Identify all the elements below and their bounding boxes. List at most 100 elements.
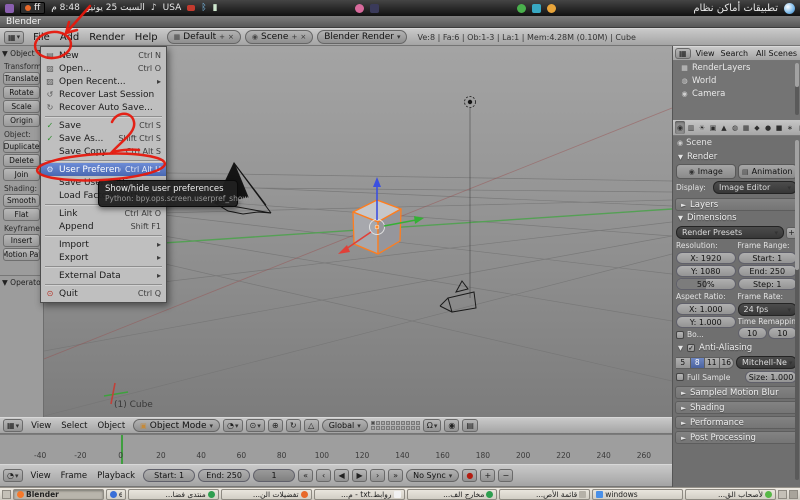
tool-shelf-button[interactable]: Origin [3, 114, 40, 127]
operator-panel-header[interactable]: ▼ Operator [0, 275, 43, 287]
trash-applet-icon[interactable] [789, 489, 798, 499]
file-menu-item[interactable] [41, 233, 166, 238]
firefox-window-button[interactable]: ff [20, 2, 46, 14]
window-title-bar[interactable]: Blender [0, 16, 800, 28]
aspect-x-field[interactable]: X: 1.000 [676, 303, 736, 315]
property-tab-icon[interactable]: ▣ [708, 121, 718, 134]
property-tab-icon[interactable]: ▦ [741, 121, 751, 134]
manipulator-scale-toggle[interactable]: △ [303, 419, 319, 432]
view3d-menu-item[interactable]: View [26, 421, 56, 431]
aspect-y-field[interactable]: Y: 1.000 [676, 316, 736, 328]
timeline-start-field[interactable]: Start: 1 [143, 469, 196, 482]
jump-to-start-button[interactable]: « [298, 469, 314, 482]
distro-logo-icon[interactable] [784, 2, 795, 14]
opengl-render-animation-button[interactable]: ▤ [462, 419, 478, 432]
file-menu-item[interactable]: ▨ Open Recent... ▸ [41, 75, 166, 88]
outliner-row[interactable]: ◍ World [673, 74, 800, 87]
collapsed-panel-header[interactable]: ► Shading [675, 401, 798, 414]
editor-type-icon[interactable]: ◔ ▾ [3, 469, 23, 482]
taskbar-window-button[interactable]: مخارج الف... [406, 488, 498, 500]
tool-shelf-panel-header[interactable]: ▼ Object T.. [0, 48, 43, 59]
file-menu-item[interactable]: Import ▸ [41, 238, 166, 251]
remap-old-field[interactable]: 10 [737, 327, 767, 339]
view3d-menu-item[interactable]: Object [92, 421, 130, 431]
taskbar-window-button[interactable]: Blender [13, 488, 104, 500]
tool-shelf-button[interactable]: Duplicate [3, 140, 40, 153]
file-menu-item[interactable]: ▨ Open... Ctrl O [41, 62, 166, 75]
resolution-y-field[interactable]: Y: 1080 [676, 265, 736, 277]
tool-shelf-button[interactable]: Transform: [3, 60, 40, 71]
show-desktop-button[interactable] [2, 489, 11, 499]
property-tab-icon[interactable]: ▲ [719, 121, 729, 134]
outliner-menu-item[interactable]: View [693, 49, 718, 58]
collapsed-panel-header[interactable]: ► Post Processing [675, 431, 798, 444]
file-menu-item[interactable]: ↺ Recover Last Session [41, 88, 166, 101]
aa-filter-dropdown[interactable]: Mitchell-Ne ▾ [736, 356, 797, 369]
taskbar-window-button[interactable]: e [105, 488, 126, 500]
manipulator-translate-toggle[interactable]: ⊕ [267, 419, 283, 432]
render-animation-button[interactable]: ▤ Animation [737, 164, 797, 179]
menubar-item[interactable]: Add [55, 32, 84, 43]
timeline-menu-item[interactable]: View [26, 471, 56, 481]
timeline-strip[interactable]: -40 -20 0 20 40 60 80 100 120 140 160 180 200 220 240 2… [0, 434, 672, 465]
tool-shelf-button[interactable]: Keyframes: [3, 222, 40, 233]
opengl-render-button[interactable]: ◉ [444, 419, 460, 432]
insert-keyframe-button[interactable]: + [480, 469, 496, 482]
outliner-scrollbar[interactable] [795, 63, 799, 115]
aa-samples-button[interactable]: 16 [719, 356, 734, 369]
file-menu-item[interactable]: ↻ Recover Auto Save... [41, 101, 166, 114]
property-tab-icon[interactable]: ▥ [686, 121, 696, 134]
battery-icon[interactable]: ▮ [213, 3, 218, 13]
prev-keyframe-button[interactable]: ‹ [316, 469, 332, 482]
sync-dropdown[interactable]: No Sync ▾ [406, 469, 460, 482]
outliner-row[interactable]: ◉ Camera [673, 87, 800, 100]
file-menu-item[interactable] [41, 264, 166, 269]
tool-shelf-button[interactable]: Shading: [3, 182, 40, 193]
tool-shelf-button[interactable]: Delete [3, 154, 40, 167]
file-menu-item[interactable]: External Data ▸ [41, 269, 166, 282]
display-dropdown[interactable]: Image Editor ▾ [713, 181, 797, 194]
gnome-menu-bar[interactable]: تطبيقات أماكن نظام [693, 3, 778, 14]
timeline-end-field[interactable]: End: 250 [198, 469, 251, 482]
property-tab-icon[interactable]: ∗ [785, 121, 795, 134]
editor-type-icon[interactable]: ▦ [675, 48, 691, 59]
aa-samples-button[interactable]: 11 [705, 356, 720, 369]
frame-end-field[interactable]: End: 250 [737, 265, 797, 277]
play-button[interactable]: ▶ [352, 469, 368, 482]
tray-icon-teal[interactable] [531, 3, 541, 13]
file-menu-item[interactable]: ▤ New Ctrl N [41, 49, 166, 62]
panel-header-layers[interactable]: ► Layers [675, 198, 798, 211]
aa-samples-button[interactable]: 5 [676, 356, 691, 369]
resolution-x-field[interactable]: X: 1920 [676, 252, 736, 264]
mode-dropdown[interactable]: ▣ Object Mode ▾ [133, 419, 221, 432]
taskbar-window-button[interactable]: لأصحاب الق... [685, 488, 776, 500]
camera-object[interactable] [439, 280, 477, 313]
pivot-point-dropdown[interactable]: ⊙ ▾ [245, 419, 265, 432]
remap-new-field[interactable]: 10 [767, 327, 797, 339]
menubar-item[interactable]: File [28, 32, 55, 43]
add-layout-button[interactable]: + [219, 33, 225, 41]
outliner-row[interactable]: ▦ RenderLayers [673, 61, 800, 74]
taskbar-window-button[interactable]: روابط.txt - م... [313, 488, 405, 500]
screen-layout-dropdown[interactable]: ▦ Default + × [166, 30, 241, 44]
property-tab-icon[interactable]: ◍ [730, 121, 740, 134]
menubar-item[interactable]: Help [130, 32, 163, 43]
file-menu-item[interactable] [41, 158, 166, 163]
taskbar-window-button[interactable]: windows [592, 488, 684, 500]
clock[interactable]: 8:48 م [51, 3, 80, 13]
border-checkbox[interactable]: Bo... [676, 329, 736, 340]
property-tab-icon[interactable]: ◉ [675, 121, 685, 134]
tray-icon-pink[interactable] [355, 3, 365, 13]
snap-toggle[interactable]: Ω ▾ [422, 419, 442, 432]
layers-grid[interactable] [370, 421, 420, 430]
frame-rate-dropdown[interactable]: 24 fps ▾ [737, 303, 797, 316]
aa-enabled-checkbox[interactable]: ✓ [687, 344, 695, 352]
tool-shelf-button[interactable]: Rotate [3, 86, 40, 99]
file-menu-item[interactable]: Append Shift F1 [41, 220, 166, 233]
file-menu-item[interactable]: Export ▸ [41, 251, 166, 264]
jump-to-end-button[interactable]: » [388, 469, 404, 482]
taskbar-window-button[interactable]: قائمة الأص... [499, 488, 591, 500]
editor-type-icon[interactable]: ▦ ▾ [4, 30, 25, 44]
timeline-menu-item[interactable]: Playback [92, 471, 140, 481]
add-scene-button[interactable]: + [291, 33, 297, 41]
